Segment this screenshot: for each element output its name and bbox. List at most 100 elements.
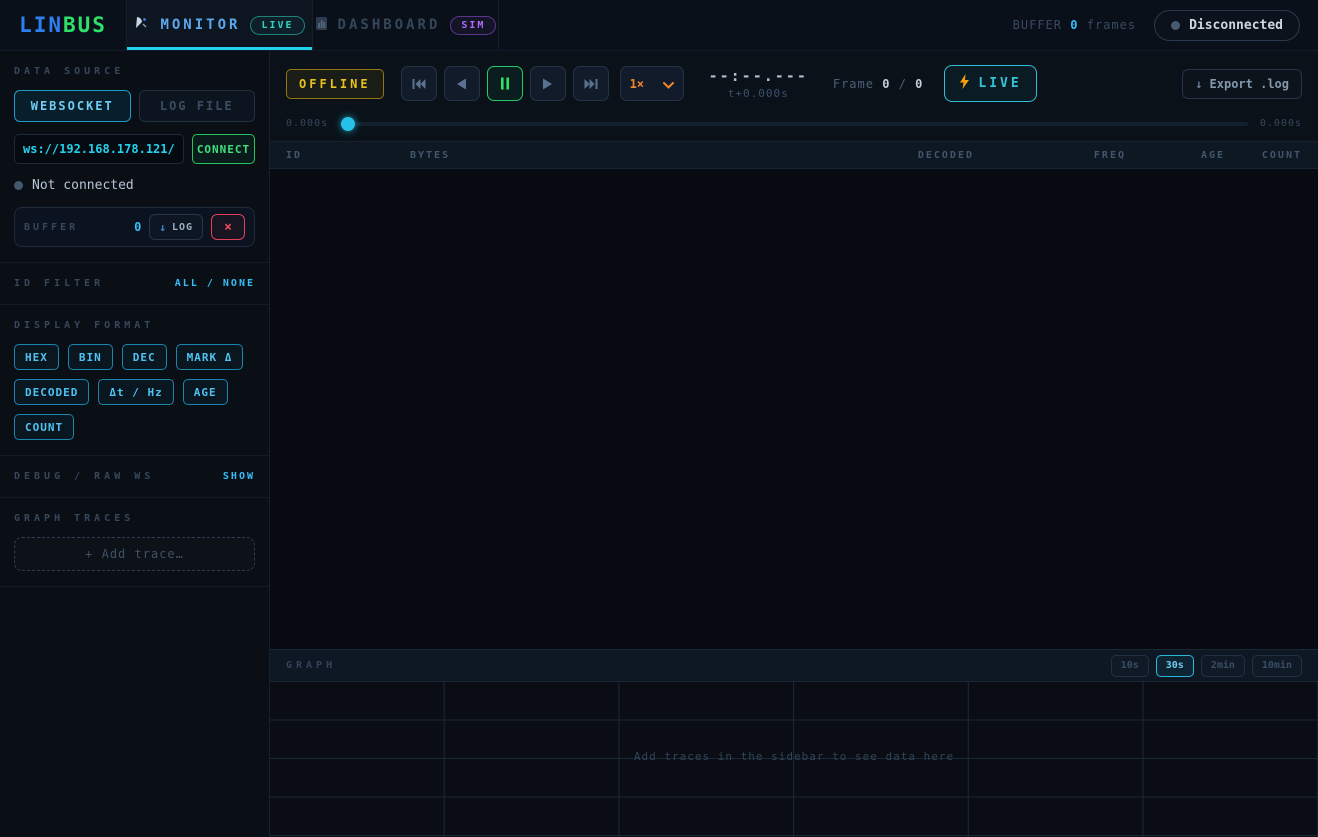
timeline-end-label: 0.000s bbox=[1260, 118, 1302, 129]
timeline: 0.000s 0.000s bbox=[270, 112, 1318, 141]
buffer-box: BUFFER 0 ↓ LOG × bbox=[14, 207, 255, 247]
id-filter-title: ID FILTER bbox=[14, 278, 104, 289]
skip-end-icon bbox=[584, 78, 598, 90]
chevron-down-icon bbox=[663, 74, 674, 93]
not-connected-text: Not connected bbox=[32, 178, 134, 193]
range-2min-button[interactable]: 2min bbox=[1201, 655, 1245, 677]
frame-current: 0 bbox=[882, 77, 890, 91]
websocket-source-button[interactable]: WEBSOCKET bbox=[14, 90, 131, 122]
skip-start-icon bbox=[412, 78, 426, 90]
live-button[interactable]: LIVE bbox=[944, 65, 1036, 102]
clear-buffer-button[interactable]: × bbox=[211, 214, 245, 240]
frame-counter: Frame 0 / 0 bbox=[833, 77, 924, 91]
close-icon: × bbox=[224, 220, 232, 235]
graph-range-group: 10s 30s 2min 10min bbox=[1111, 655, 1302, 677]
format-decoded-button[interactable]: DECODED bbox=[14, 379, 89, 405]
timeline-slider[interactable] bbox=[340, 122, 1248, 126]
connection-status-row: Not connected bbox=[14, 178, 255, 193]
topbar-buffer-unit: frames bbox=[1087, 18, 1136, 32]
range-10s-button[interactable]: 10s bbox=[1111, 655, 1149, 677]
step-back-button[interactable] bbox=[444, 66, 480, 101]
column-header-count: COUNT bbox=[1225, 150, 1302, 161]
id-filter-section: ID FILTER ALL / NONE bbox=[0, 263, 269, 305]
frame-label: Frame bbox=[833, 77, 874, 91]
play-button[interactable] bbox=[530, 66, 566, 101]
bolt-icon bbox=[959, 74, 970, 93]
frame-separator: / bbox=[899, 77, 907, 91]
download-log-button[interactable]: ↓ LOG bbox=[149, 214, 203, 240]
topbar-right: BUFFER 0 frames Disconnected bbox=[1013, 0, 1318, 50]
topbar: LINBUS MONITOR LIVE DASHBOARD SIM BUFFER… bbox=[0, 0, 1318, 51]
download-icon: ↓ bbox=[159, 221, 167, 234]
speed-value: 1× bbox=[630, 77, 644, 91]
skip-start-button[interactable] bbox=[401, 66, 437, 101]
timeline-slider-thumb[interactable] bbox=[341, 117, 355, 131]
range-30s-button[interactable]: 30s bbox=[1156, 655, 1194, 677]
buffer-box-count: 0 bbox=[134, 220, 141, 234]
column-header-decoded: DECODED bbox=[794, 150, 974, 161]
format-dt-hz-button[interactable]: Δt / Hz bbox=[98, 379, 173, 405]
tab-dashboard-label: DASHBOARD bbox=[338, 17, 441, 33]
play-icon bbox=[542, 78, 553, 90]
format-hex-button[interactable]: HEX bbox=[14, 344, 59, 370]
debug-show-link[interactable]: SHOW bbox=[223, 471, 255, 482]
add-trace-button[interactable]: + Add trace… bbox=[14, 537, 255, 571]
display-format-section: DISPLAY FORMAT HEX BIN DEC MARK Δ DECODE… bbox=[0, 305, 269, 456]
export-log-label: Export .log bbox=[1210, 77, 1289, 91]
sidebar: DATA SOURCE WEBSOCKET LOG FILE CONNECT N… bbox=[0, 51, 270, 837]
websocket-url-input[interactable] bbox=[14, 134, 184, 164]
connection-status-text: Disconnected bbox=[1189, 18, 1283, 33]
main-panel: OFFLINE 1× bbox=[270, 51, 1318, 837]
connection-dot-icon bbox=[1171, 21, 1180, 30]
live-button-label: LIVE bbox=[978, 76, 1021, 91]
format-mark-delta-button[interactable]: MARK Δ bbox=[176, 344, 244, 370]
pause-button[interactable] bbox=[487, 66, 523, 101]
topbar-buffer-status: BUFFER 0 frames bbox=[1013, 18, 1136, 32]
logfile-source-button[interactable]: LOG FILE bbox=[139, 90, 256, 122]
timeline-start-label: 0.000s bbox=[286, 118, 328, 129]
column-header-bytes: BYTES bbox=[410, 150, 794, 161]
graph-title: GRAPH bbox=[286, 660, 336, 671]
format-count-button[interactable]: COUNT bbox=[14, 414, 74, 440]
graph-empty-hint: Add traces in the sidebar to see data he… bbox=[270, 750, 1318, 763]
status-dot-icon bbox=[14, 181, 23, 190]
graph-traces-title: GRAPH TRACES bbox=[14, 513, 255, 524]
time-main: --:--.--- bbox=[709, 67, 808, 85]
topbar-buffer-label: BUFFER bbox=[1013, 18, 1062, 32]
offline-badge: OFFLINE bbox=[286, 69, 384, 99]
playback-toolbar: OFFLINE 1× bbox=[270, 51, 1318, 112]
sim-badge: SIM bbox=[450, 16, 496, 35]
step-back-icon bbox=[456, 78, 467, 90]
logo-part-lin: LIN bbox=[19, 13, 63, 37]
frame-total: 0 bbox=[915, 77, 923, 91]
connect-button[interactable]: CONNECT bbox=[192, 134, 255, 164]
skip-end-button[interactable] bbox=[573, 66, 609, 101]
download-log-label: LOG bbox=[172, 222, 193, 233]
app-logo: LINBUS bbox=[0, 0, 127, 50]
logo-part-bus: BUS bbox=[63, 13, 107, 37]
speed-select[interactable]: 1× bbox=[620, 66, 684, 101]
data-source-section: DATA SOURCE WEBSOCKET LOG FILE CONNECT N… bbox=[0, 51, 269, 263]
format-bin-button[interactable]: BIN bbox=[68, 344, 113, 370]
topbar-buffer-count: 0 bbox=[1070, 18, 1078, 32]
export-download-icon: ↓ bbox=[1195, 77, 1202, 91]
export-log-button[interactable]: ↓ Export .log bbox=[1182, 69, 1302, 99]
satellite-icon bbox=[134, 15, 150, 35]
format-dec-button[interactable]: DEC bbox=[122, 344, 167, 370]
debug-title: DEBUG / RAW WS bbox=[14, 471, 154, 482]
column-header-freq: FREQ bbox=[974, 150, 1126, 161]
tab-monitor[interactable]: MONITOR LIVE bbox=[127, 0, 313, 50]
tab-dashboard[interactable]: DASHBOARD SIM bbox=[313, 0, 499, 50]
connection-status-pill[interactable]: Disconnected bbox=[1154, 10, 1300, 41]
range-10min-button[interactable]: 10min bbox=[1252, 655, 1302, 677]
graph-traces-section: GRAPH TRACES + Add trace… bbox=[0, 498, 269, 587]
graph-panel-header: GRAPH 10s 30s 2min 10min bbox=[270, 649, 1318, 682]
format-age-button[interactable]: AGE bbox=[183, 379, 228, 405]
graph-canvas: Add traces in the sidebar to see data he… bbox=[270, 682, 1318, 837]
id-filter-all-none-link[interactable]: ALL / NONE bbox=[175, 278, 255, 289]
transport-controls bbox=[401, 66, 609, 101]
display-format-title: DISPLAY FORMAT bbox=[14, 320, 255, 331]
chart-icon bbox=[315, 16, 328, 35]
buffer-box-label: BUFFER bbox=[24, 222, 78, 233]
time-elapsed: t+0.000s bbox=[709, 87, 808, 100]
